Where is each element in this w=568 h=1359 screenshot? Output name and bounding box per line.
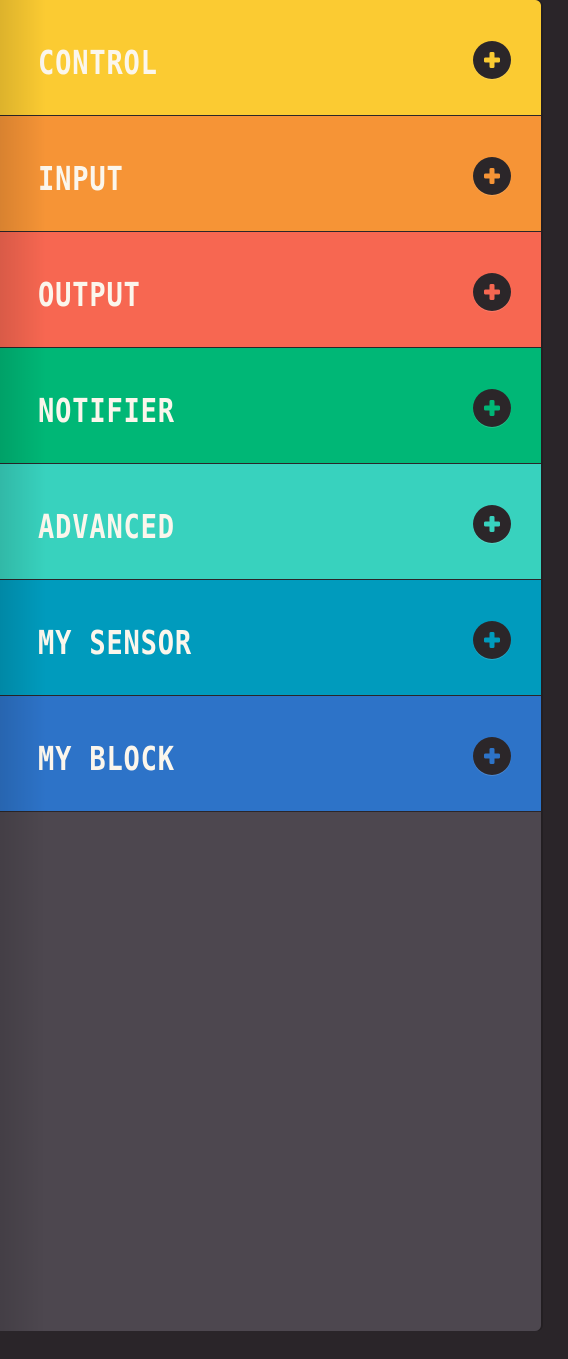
add-my-block-button[interactable] — [473, 737, 511, 775]
plus-icon — [484, 516, 500, 532]
category-advanced[interactable]: ADVANCED — [0, 464, 541, 580]
add-control-button[interactable] — [473, 41, 511, 79]
plus-icon — [484, 52, 500, 68]
plus-icon — [484, 284, 500, 300]
plus-icon — [484, 168, 500, 184]
category-my-sensor[interactable]: MY SENSOR — [0, 580, 541, 696]
category-label: NOTIFIER — [38, 391, 175, 430]
category-label: MY BLOCK — [38, 739, 175, 778]
category-label: CONTROL — [38, 43, 158, 82]
add-notifier-button[interactable] — [473, 389, 511, 427]
category-control[interactable]: CONTROL — [0, 0, 541, 116]
category-output[interactable]: OUTPUT — [0, 232, 541, 348]
category-input[interactable]: INPUT — [0, 116, 541, 232]
add-output-button[interactable] — [473, 273, 511, 311]
plus-icon — [484, 632, 500, 648]
category-my-block[interactable]: MY BLOCK — [0, 696, 541, 812]
category-label: ADVANCED — [38, 507, 175, 546]
add-my-sensor-button[interactable] — [473, 621, 511, 659]
category-notifier[interactable]: NOTIFIER — [0, 348, 541, 464]
category-panel: CONTROL INPUT OUTPUT NOTIFIER ADVANCED M… — [0, 0, 541, 1331]
empty-panel-area — [0, 812, 541, 1331]
add-input-button[interactable] — [473, 157, 511, 195]
category-label: OUTPUT — [38, 275, 141, 314]
plus-icon — [484, 748, 500, 764]
add-advanced-button[interactable] — [473, 505, 511, 543]
category-label: MY SENSOR — [38, 623, 193, 662]
category-label: INPUT — [38, 159, 124, 198]
plus-icon — [484, 400, 500, 416]
